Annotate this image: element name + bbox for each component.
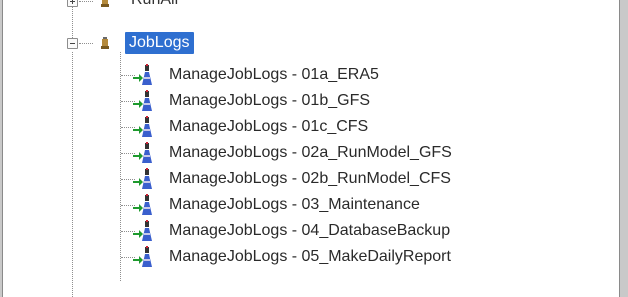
tree-item[interactable]: ManageJobLogs - 01a_ERA5 — [3, 62, 603, 88]
job-category-icon — [101, 0, 109, 7]
tree-guide-line — [79, 1, 93, 2]
tree-node-joblogs[interactable]: JobLogs — [3, 30, 303, 56]
tree-item[interactable]: ManageJobLogs - 03_Maintenance — [3, 192, 603, 218]
tree-view-panel: RunAll JobLogs ManageJobLogs - 01a_ — [2, 0, 620, 297]
job-step-icon — [133, 194, 152, 215]
tree-item[interactable]: ManageJobLogs - 01c_CFS — [3, 114, 603, 140]
tree-item-label: ManageJobLogs - 02b_RunModel_CFS — [169, 170, 451, 187]
tree-guide-line — [79, 43, 93, 44]
job-step-icon — [133, 116, 152, 137]
tree-item-label: ManageJobLogs - 04_DatabaseBackup — [169, 222, 451, 239]
job-step-icon — [133, 90, 152, 111]
tree-item[interactable]: ManageJobLogs - 01b_GFS — [3, 88, 603, 114]
tree-node-label-selected: JobLogs — [125, 32, 194, 54]
collapse-icon[interactable] — [67, 38, 78, 49]
job-step-icon — [133, 64, 152, 85]
tree-item[interactable]: ManageJobLogs - 02b_RunModel_CFS — [3, 166, 603, 192]
tree-item-label: ManageJobLogs - 01c_CFS — [169, 118, 369, 135]
tree-node-runall[interactable]: RunAll — [3, 0, 303, 14]
job-step-icon — [133, 142, 152, 163]
tree-item[interactable]: ManageJobLogs - 04_DatabaseBackup — [3, 218, 603, 244]
job-step-icon — [133, 246, 152, 267]
tree-item[interactable]: ManageJobLogs - 02a_RunModel_GFS — [3, 140, 603, 166]
tree-node-label: RunAll — [131, 0, 178, 11]
job-tree: RunAll JobLogs ManageJobLogs - 01a_ — [3, 0, 619, 297]
tree-item-label: ManageJobLogs - 03_Maintenance — [169, 196, 420, 213]
tree-item-label: ManageJobLogs - 02a_RunModel_GFS — [169, 144, 452, 161]
job-step-icon — [133, 168, 152, 189]
expand-icon[interactable] — [67, 0, 78, 7]
tree-item-label: ManageJobLogs - 05_MakeDailyReport — [169, 248, 451, 265]
job-category-icon — [101, 37, 109, 49]
tree-item-label: ManageJobLogs - 01a_ERA5 — [169, 66, 379, 83]
tree-item-label: ManageJobLogs - 01b_GFS — [169, 92, 371, 109]
tree-item[interactable]: ManageJobLogs - 05_MakeDailyReport — [3, 244, 603, 270]
job-step-icon — [133, 220, 152, 241]
tree-guide-line — [72, 52, 73, 297]
